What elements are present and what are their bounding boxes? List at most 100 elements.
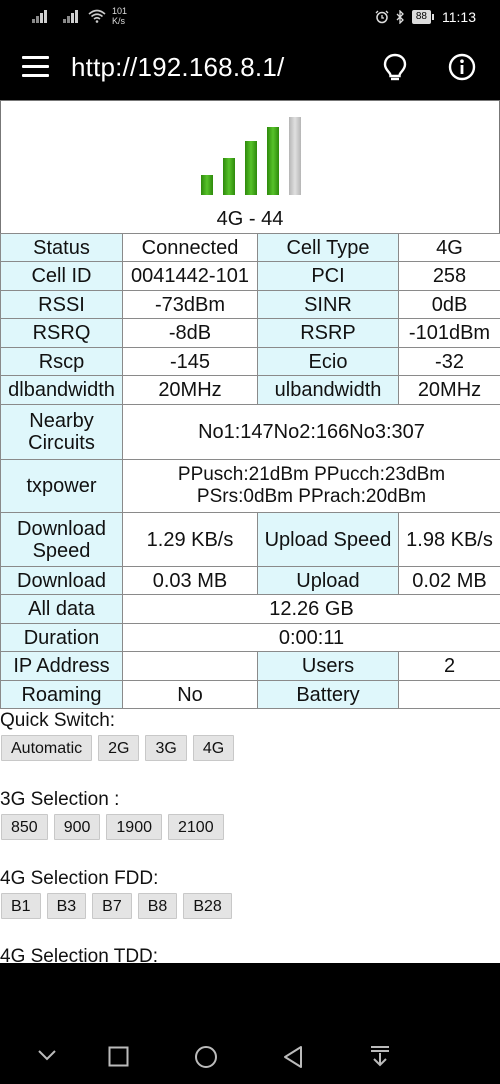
app-bar: http://192.168.8.1/	[0, 36, 500, 100]
table-row: RSSI -73dBm SINR 0dB	[0, 290, 500, 319]
download-speed-label-line1: Download	[17, 517, 106, 540]
band-b7-button[interactable]: B7	[92, 893, 132, 919]
table-row: Nearby Circuits No1:147No2:166No3:307	[0, 404, 500, 460]
bluetooth-icon	[396, 10, 404, 24]
download-value: 0.03 MB	[122, 566, 258, 595]
band-2100-button[interactable]: 2100	[168, 814, 224, 840]
download-speed-value: 1.29 KB/s	[122, 512, 258, 567]
txpower-value: PPusch:21dBm PPucch:23dBm PSrs:0dBm PPra…	[122, 459, 500, 513]
download-speed-label-line2: Speed	[32, 539, 91, 562]
status-value: Connected	[122, 233, 258, 262]
band-b1-button[interactable]: B1	[1, 893, 41, 919]
web-content: 4G - 44 Status Connected Cell Type 4G Ce…	[0, 100, 500, 963]
table-row: dlbandwidth 20MHz ulbandwidth 20MHz	[0, 375, 500, 405]
cell-id-label: Cell ID	[0, 261, 123, 291]
menu-icon[interactable]	[22, 56, 49, 78]
status-bar-right: 88 11:13	[375, 9, 476, 25]
sel-4g-fdd-buttons: B1 B3 B7 B8 B28	[1, 893, 232, 919]
cellular-signal-icon	[32, 9, 47, 23]
network-speed: 101 K/s	[112, 6, 127, 26]
battery-indicator: 88	[411, 10, 435, 24]
nearby-circuits-label: Nearby Circuits	[0, 404, 123, 460]
all-data-value: 12.26 GB	[122, 594, 500, 624]
battery-value	[398, 680, 500, 709]
page-url: http://192.168.8.1/	[71, 52, 285, 82]
table-row: Duration 0:00:11	[0, 623, 500, 652]
back-icon[interactable]	[282, 1045, 304, 1069]
signal-strength-panel: 4G - 44	[0, 100, 500, 235]
status-bar: 101 K/s 88 11:13	[0, 0, 500, 36]
info-icon[interactable]	[448, 53, 476, 81]
duration-value: 0:00:11	[122, 623, 500, 652]
quick-switch-automatic-button[interactable]: Automatic	[1, 735, 93, 761]
quick-switch-2g-button[interactable]: 2G	[98, 735, 140, 761]
ecio-value: -32	[398, 347, 500, 376]
nearby-circuits-value: No1:147No2:166No3:307	[122, 404, 500, 460]
dlbandwidth-value: 20MHz	[122, 375, 258, 405]
band-850-button[interactable]: 850	[1, 814, 48, 840]
table-row: All data 12.26 GB	[0, 594, 500, 624]
band-b3-button[interactable]: B3	[46, 893, 87, 919]
status-label: Status	[0, 233, 123, 262]
rsrp-value: -101dBm	[398, 318, 500, 348]
band-1900-button[interactable]: 1900	[106, 814, 162, 840]
txpower-line2: PSrs:0dBm PPrach:20dBm	[196, 486, 427, 507]
txpower-label: txpower	[0, 459, 123, 513]
band-b8-button[interactable]: B8	[137, 893, 178, 919]
sel-4g-fdd-title: 4G Selection FDD:	[0, 868, 159, 889]
recents-icon[interactable]	[108, 1046, 129, 1067]
status-table: Status Connected Cell Type 4G Cell ID 00…	[0, 233, 500, 709]
table-row: RSRQ -8dB RSRP -101dBm	[0, 318, 500, 348]
battery-label: Battery	[257, 680, 399, 709]
table-row: IP Address Users 2	[0, 651, 500, 681]
signal-bar-3	[245, 141, 257, 195]
table-row: Roaming No Battery	[0, 680, 500, 709]
rscp-value: -145	[122, 347, 258, 376]
chevron-down-icon[interactable]	[37, 1049, 57, 1061]
rssi-value: -73dBm	[122, 290, 258, 319]
pci-value: 258	[398, 261, 500, 291]
table-row: txpower PPusch:21dBm PPucch:23dBm PSrs:0…	[0, 459, 500, 513]
status-bar-left: 101 K/s	[32, 6, 127, 26]
quick-switch-title: Quick Switch:	[0, 710, 116, 731]
roaming-label: Roaming	[0, 680, 123, 709]
ip-address-value	[122, 651, 258, 681]
band-b28-button[interactable]: B28	[183, 893, 232, 919]
lightbulb-icon[interactable]	[381, 52, 409, 84]
quick-switch-buttons: Automatic 2G 3G 4G	[1, 735, 235, 761]
rsrq-label: RSRQ	[0, 318, 123, 348]
all-data-label: All data	[0, 594, 123, 624]
duration-label: Duration	[0, 623, 123, 652]
upload-speed-value: 1.98 KB/s	[398, 512, 500, 567]
quick-switch-3g-button[interactable]: 3G	[145, 735, 187, 761]
download-label: Download	[0, 566, 123, 595]
dlbandwidth-label: dlbandwidth	[0, 375, 123, 405]
upload-label: Upload	[257, 566, 399, 595]
sinr-value: 0dB	[398, 290, 500, 319]
rsrq-value: -8dB	[122, 318, 258, 348]
sel-4g-tdd-title: 4G Selection TDD:	[0, 946, 159, 963]
signal-bar-4	[267, 127, 279, 195]
band-900-button[interactable]: 900	[53, 814, 101, 840]
notification-shade-icon[interactable]	[369, 1045, 391, 1067]
sinr-label: SINR	[257, 290, 399, 319]
rscp-label: Rscp	[0, 347, 123, 376]
quick-switch-4g-button[interactable]: 4G	[192, 735, 235, 761]
sel-3g-buttons: 850 900 1900 2100	[1, 814, 224, 840]
cell-type-label: Cell Type	[257, 233, 399, 262]
ecio-label: Ecio	[257, 347, 399, 376]
txpower-line1: PPusch:21dBm PPucch:23dBm	[177, 464, 446, 485]
home-icon[interactable]	[194, 1045, 218, 1069]
cell-type-value: 4G	[398, 233, 500, 262]
clock: 11:13	[442, 9, 476, 25]
signal-strength-bars	[201, 117, 303, 195]
system-nav-bar	[0, 963, 500, 1084]
signal-bar-1	[201, 175, 213, 195]
signal-label: 4G - 44	[216, 208, 284, 230]
users-value: 2	[398, 651, 500, 681]
download-speed-label: Download Speed	[0, 512, 123, 567]
cell-id-value: 0041442-101	[122, 261, 258, 291]
signal-bar-2	[223, 158, 235, 195]
wifi-icon	[88, 9, 106, 23]
alarm-icon	[375, 10, 389, 24]
